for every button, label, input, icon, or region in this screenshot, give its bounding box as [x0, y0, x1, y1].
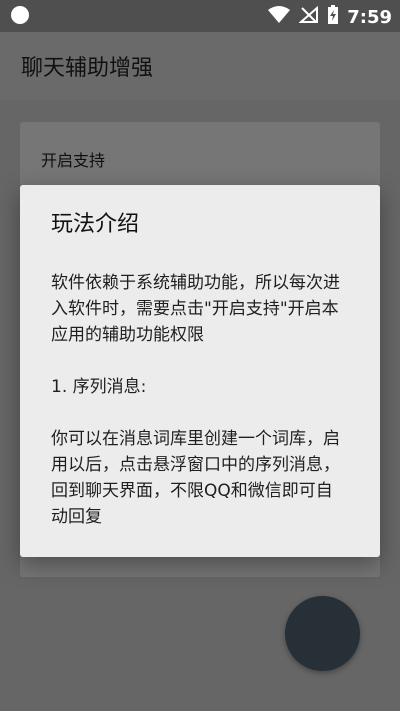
- dialog-body: 软件依赖于系统辅助功能，所以每次进入软件时，需要点击"开启支持"开启本应用的辅助…: [51, 270, 349, 530]
- dialog-paragraph-3: 你可以在消息词库里创建一个词库，启用以后，点击悬浮窗口中的序列消息，回到聊天界面…: [51, 429, 340, 527]
- dialog-title: 玩法介绍: [51, 212, 140, 237]
- floating-action-button[interactable]: [285, 596, 360, 671]
- enable-support-item[interactable]: 开启支持: [41, 147, 105, 171]
- status-bar: 7:59: [0, 0, 400, 32]
- wifi-icon: [267, 6, 291, 28]
- dialog-paragraph-1: 软件依赖于系统辅助功能，所以每次进入软件时，需要点击"开启支持"开启本应用的辅助…: [51, 273, 340, 345]
- dialog-paragraph-2: 1. 序列消息:: [51, 377, 147, 397]
- signal-off-icon: [298, 5, 319, 28]
- app-title: 聊天辅助增强: [21, 56, 154, 81]
- status-right-group: 7:59: [267, 5, 392, 29]
- app-bar: 聊天辅助增强: [0, 32, 400, 100]
- status-time: 7:59: [347, 6, 392, 28]
- intro-dialog: 玩法介绍 软件依赖于系统辅助功能，所以每次进入软件时，需要点击"开启支持"开启本…: [20, 185, 380, 557]
- status-circle-icon: [11, 6, 29, 24]
- battery-charging-icon: [327, 5, 339, 29]
